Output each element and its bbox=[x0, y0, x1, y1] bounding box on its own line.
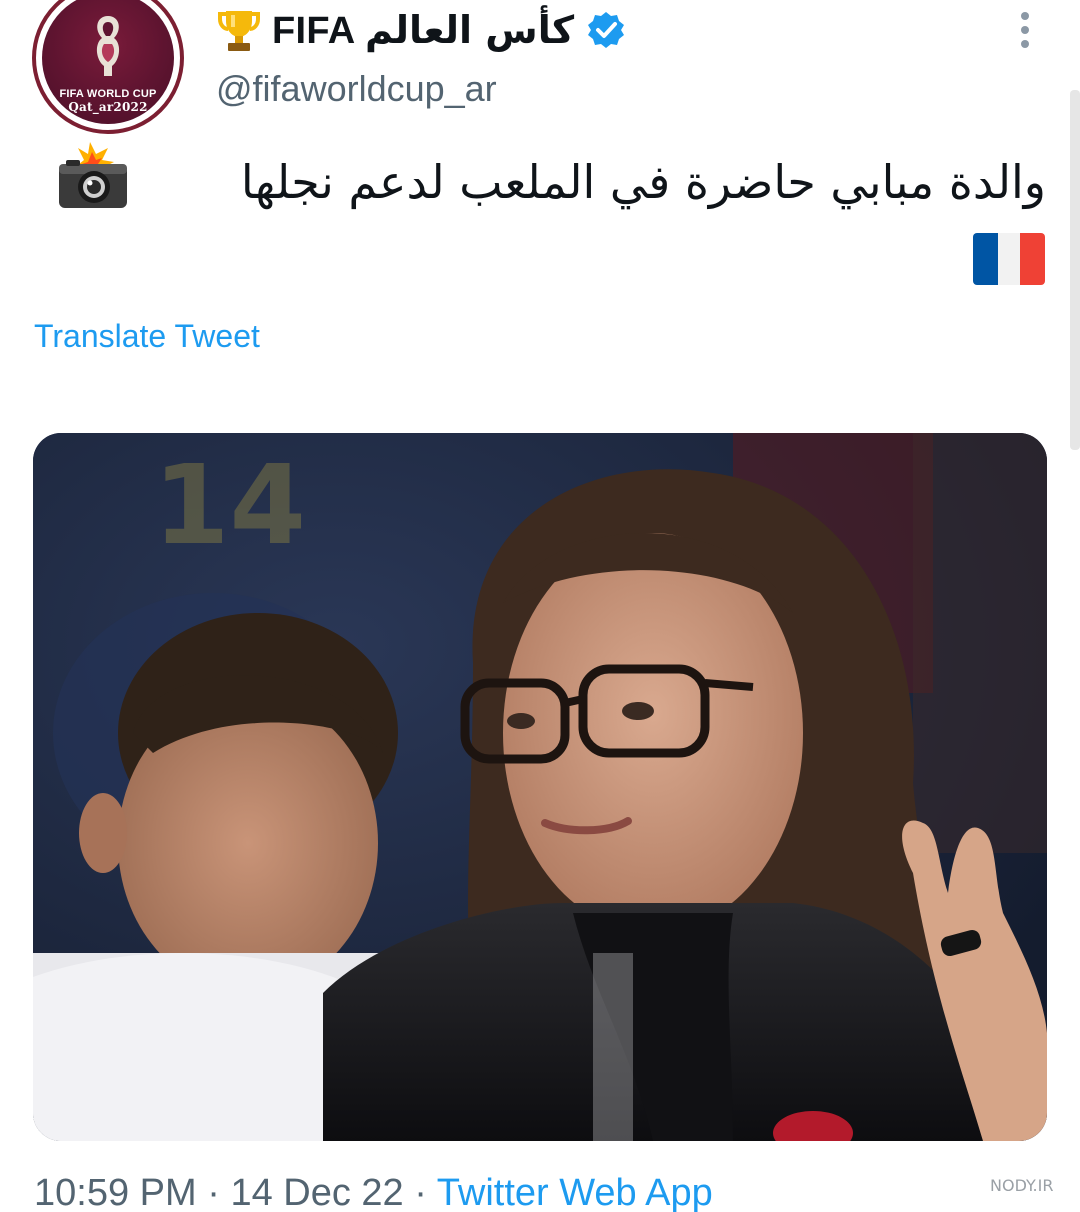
account-name-row[interactable]: FIFA كأس العالم bbox=[218, 6, 626, 54]
watermark: NODY.IR bbox=[990, 1176, 1053, 1195]
photo-illustration: 14 bbox=[33, 433, 1047, 1141]
avatar-text-line1: FIFA WORLD CUP bbox=[59, 88, 157, 100]
more-options-icon[interactable] bbox=[1012, 8, 1038, 52]
meta-separator-2: · bbox=[414, 1172, 427, 1212]
display-name: FIFA كأس العالم bbox=[272, 8, 574, 53]
display-name-latin: FIFA bbox=[272, 9, 355, 52]
tweet-time[interactable]: 10:59 PM bbox=[34, 1172, 197, 1212]
fifa-world-cup-logo: FIFA WORLD CUP Qat_ar2022 bbox=[42, 0, 174, 124]
camera-with-flash-icon bbox=[59, 142, 127, 208]
world-cup-emblem-icon bbox=[96, 16, 120, 76]
account-handle[interactable]: @fifaworldcup_ar bbox=[216, 68, 497, 110]
avatar[interactable]: FIFA WORLD CUP Qat_ar2022 bbox=[32, 0, 184, 134]
avatar-text-line2: Qat_ar2022 bbox=[68, 100, 148, 114]
tweet-date[interactable]: 14 Dec 22 bbox=[230, 1172, 403, 1212]
meta-separator: · bbox=[207, 1172, 220, 1212]
display-name-arabic: كأس العالم bbox=[364, 7, 575, 52]
tweet-photo[interactable]: 14 bbox=[33, 433, 1047, 1141]
tweet-source-link[interactable]: Twitter Web App bbox=[437, 1172, 713, 1212]
translate-tweet-link[interactable]: Translate Tweet bbox=[34, 318, 260, 355]
tweet-text: والدة مبابي حاضرة في الملعب لدعم نجلها bbox=[240, 155, 1046, 209]
scrollbar[interactable] bbox=[1070, 90, 1080, 450]
verified-icon bbox=[588, 12, 625, 48]
watermark-text: NODY.IR bbox=[990, 1176, 1054, 1195]
france-flag-icon bbox=[973, 233, 1045, 285]
tweet-view: FIFA WORLD CUP Qat_ar2022 FIFA كأس العال… bbox=[0, 0, 1080, 1212]
trophy-icon bbox=[218, 11, 260, 51]
svg-text:14: 14 bbox=[153, 441, 306, 569]
tweet-meta: 10:59 PM · 14 Dec 22 · Twitter Web App bbox=[34, 1172, 713, 1212]
